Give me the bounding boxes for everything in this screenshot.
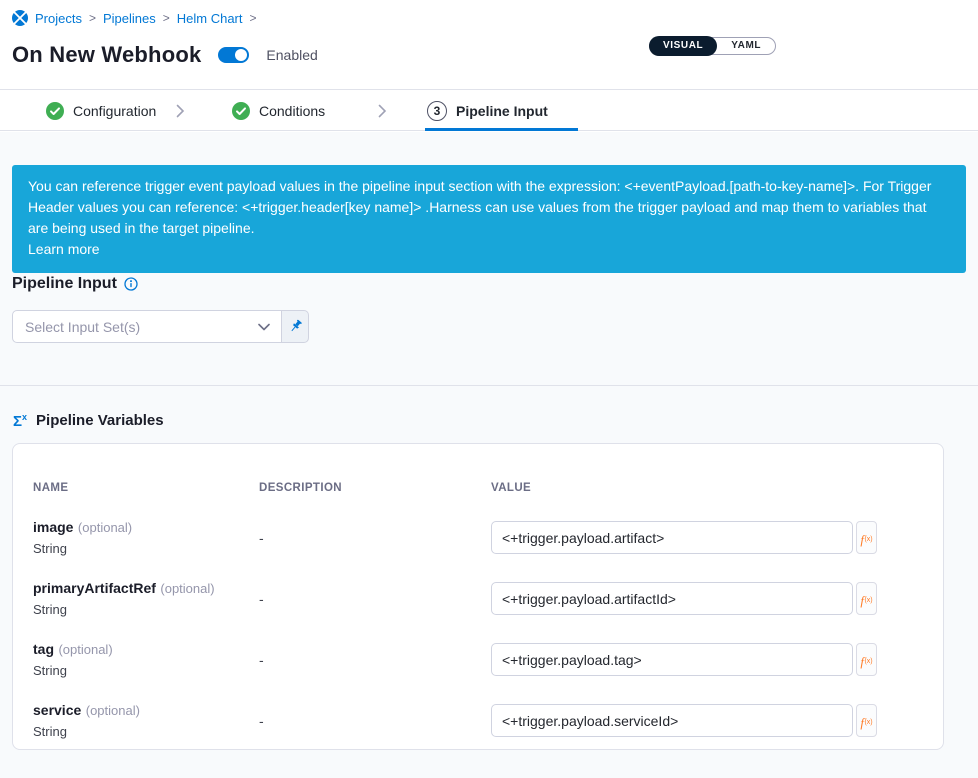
breadcrumb: Projects > Pipelines > Helm Chart > (12, 10, 257, 26)
variable-optional-label: (optional) (86, 703, 140, 718)
chevron-right-icon (378, 90, 387, 132)
variable-value-input[interactable] (491, 704, 853, 737)
toggle-knob (235, 49, 247, 61)
variables-table-header: NAME DESCRIPTION VALUE (33, 482, 923, 494)
fx-icon-sub: (x) (864, 719, 872, 726)
fx-icon: f (860, 716, 864, 729)
variable-name: tag (33, 641, 54, 657)
table-row: service (optional) String - f(x) (33, 702, 923, 739)
fx-icon-sub: (x) (864, 536, 872, 543)
pin-input-set-button[interactable] (282, 310, 309, 343)
variable-name-cell: image (optional) String (33, 519, 259, 556)
fx-icon-sub: (x) (864, 658, 872, 665)
pipeline-variables-heading-label: Pipeline Variables (36, 412, 164, 429)
breadcrumb-separator: > (89, 11, 96, 25)
variable-value-cell: f(x) (491, 704, 923, 737)
expression-fx-button[interactable]: f(x) (856, 521, 877, 554)
chevron-down-icon (258, 323, 270, 331)
enabled-toggle[interactable] (218, 47, 249, 63)
variable-value-input[interactable] (491, 521, 853, 554)
active-tab-underline (425, 128, 578, 131)
tab-pipeline-input-label: Pipeline Input (456, 103, 548, 119)
main-content: You can reference trigger event payload … (0, 132, 978, 778)
sigma-icon: Σx (13, 413, 27, 429)
variable-optional-label: (optional) (58, 642, 112, 657)
section-divider (0, 385, 978, 386)
learn-more-link[interactable]: Learn more (28, 239, 100, 260)
variable-name-cell: primaryArtifactRef (optional) String (33, 580, 259, 617)
info-banner: You can reference trigger event payload … (12, 165, 966, 273)
variable-type: String (33, 541, 259, 556)
variable-type: String (33, 602, 259, 617)
variable-value-cell: f(x) (491, 521, 923, 554)
table-row: tag (optional) String - f(x) (33, 641, 923, 678)
table-row: image (optional) String - f(x) (33, 519, 923, 556)
pipeline-input-heading: Pipeline Input (12, 275, 138, 293)
variable-value-input[interactable] (491, 582, 853, 615)
variable-name: image (33, 519, 73, 535)
enabled-label: Enabled (266, 47, 317, 63)
tab-conditions[interactable]: Conditions (232, 90, 325, 132)
variable-value-cell: f(x) (491, 582, 923, 615)
column-header-description: DESCRIPTION (259, 482, 491, 494)
fx-icon: f (860, 655, 864, 668)
tab-conditions-label: Conditions (259, 103, 325, 119)
info-icon[interactable] (124, 277, 138, 291)
variable-description: - (259, 652, 491, 668)
variable-name-cell: service (optional) String (33, 702, 259, 739)
title-row: On New Webhook Enabled (12, 42, 318, 68)
fx-icon: f (860, 594, 864, 607)
breadcrumb-link-helm-chart[interactable]: Helm Chart (177, 11, 243, 26)
yaml-tab[interactable]: YAML (717, 36, 775, 56)
visual-yaml-toggle: VISUAL YAML (649, 37, 776, 55)
variable-description: - (259, 591, 491, 607)
check-circle-icon (232, 102, 250, 120)
tab-configuration-label: Configuration (73, 103, 156, 119)
fx-icon: f (860, 533, 864, 546)
page-title: On New Webhook (12, 42, 201, 68)
harness-projects-icon (12, 10, 28, 26)
pin-icon (288, 319, 303, 334)
input-set-row: Select Input Set(s) (12, 310, 309, 343)
pipeline-variables-heading: Σx Pipeline Variables (13, 412, 164, 429)
variable-type: String (33, 663, 259, 678)
breadcrumb-link-projects[interactable]: Projects (35, 11, 82, 26)
column-header-name: NAME (33, 482, 259, 494)
variable-name: primaryArtifactRef (33, 580, 156, 596)
expression-fx-button[interactable]: f(x) (856, 704, 877, 737)
breadcrumb-link-pipelines[interactable]: Pipelines (103, 11, 156, 26)
table-row: primaryArtifactRef (optional) String - f… (33, 580, 923, 617)
expression-fx-button[interactable]: f(x) (856, 582, 877, 615)
input-set-placeholder: Select Input Set(s) (25, 319, 258, 335)
pipeline-input-heading-label: Pipeline Input (12, 275, 117, 293)
step-number-badge: 3 (427, 101, 447, 121)
variable-optional-label: (optional) (78, 520, 132, 535)
input-set-select[interactable]: Select Input Set(s) (12, 310, 282, 343)
check-circle-icon (46, 102, 64, 120)
variable-name-cell: tag (optional) String (33, 641, 259, 678)
variable-name: service (33, 702, 81, 718)
variable-description: - (259, 713, 491, 729)
tab-configuration[interactable]: Configuration (46, 90, 156, 132)
wizard-tabbar: Configuration Conditions 3 Pipeline Inpu… (0, 89, 978, 131)
chevron-right-icon (176, 90, 185, 132)
info-banner-text: You can reference trigger event payload … (28, 178, 931, 236)
breadcrumb-separator: > (250, 11, 257, 25)
variable-optional-label: (optional) (160, 581, 214, 596)
breadcrumb-separator: > (163, 11, 170, 25)
variable-value-cell: f(x) (491, 643, 923, 676)
tab-pipeline-input[interactable]: 3 Pipeline Input (427, 90, 548, 132)
variable-value-input[interactable] (491, 643, 853, 676)
variable-type: String (33, 724, 259, 739)
variables-card: NAME DESCRIPTION VALUE image (optional) … (12, 443, 944, 750)
expression-fx-button[interactable]: f(x) (856, 643, 877, 676)
variable-description: - (259, 530, 491, 546)
visual-tab[interactable]: VISUAL (649, 36, 717, 56)
column-header-value: VALUE (491, 482, 923, 494)
variables-table-body: image (optional) String - f(x) primaryAr… (33, 519, 923, 739)
fx-icon-sub: (x) (864, 597, 872, 604)
